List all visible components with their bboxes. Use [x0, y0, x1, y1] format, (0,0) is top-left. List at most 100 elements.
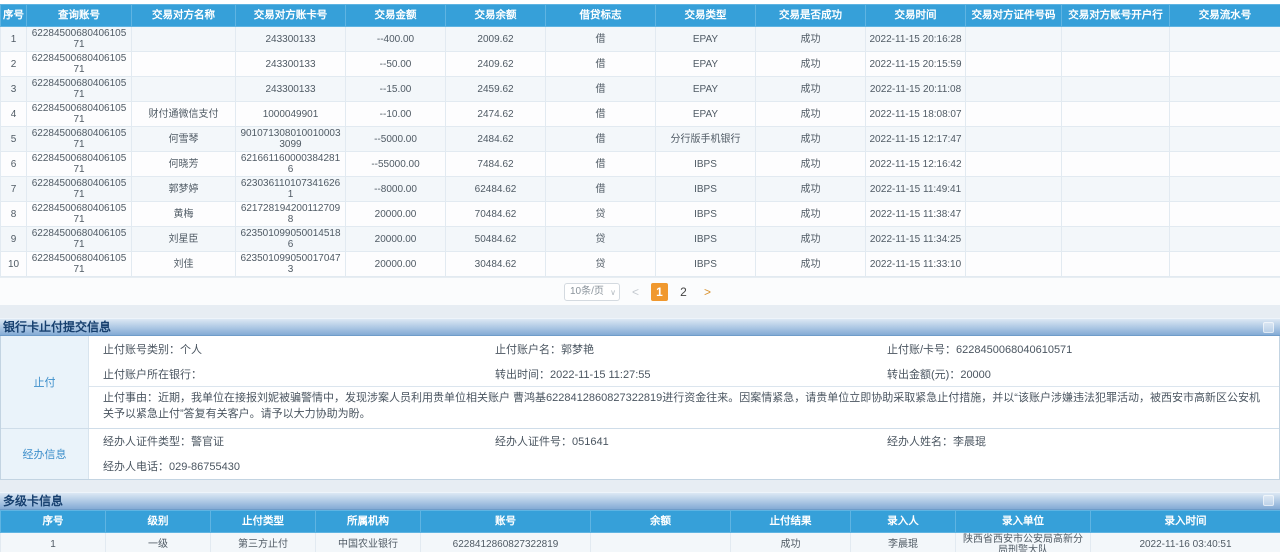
- cell: [966, 52, 1062, 77]
- cell: 6230361101073416261: [236, 177, 346, 202]
- multilevel-table: 序号级别止付类型所属机构账号余额止付结果录入人录入单位录入时间1一级第三方止付中…: [0, 510, 1280, 552]
- cell: 中国农业银行: [316, 532, 421, 552]
- cell: 分行版手机银行: [656, 127, 756, 152]
- handler-group: 经办信息 经办人证件类型：警官证 经办人证件号：051641 经办人姓名：李晨琨…: [1, 428, 1279, 479]
- cell: --8000.00: [346, 177, 446, 202]
- table-row: 16228450068040610571243300133--400.00200…: [1, 27, 1280, 52]
- cell: EPAY: [656, 52, 756, 77]
- column-header: 交易是否成功: [756, 5, 866, 27]
- table-row: 26228450068040610571243300133--50.002409…: [1, 52, 1280, 77]
- table-row: 36228450068040610571243300133--15.002459…: [1, 77, 1280, 102]
- column-header: 交易对方名称: [132, 5, 236, 27]
- page-button-2[interactable]: 2: [675, 283, 692, 301]
- cell: 7: [1, 177, 27, 202]
- column-header: 录入单位: [956, 510, 1091, 532]
- cell: EPAY: [656, 102, 756, 127]
- cell: 2022-11-16 03:40:51: [1091, 532, 1280, 552]
- page-size-select[interactable]: 10条/页 ∨: [564, 283, 620, 301]
- cell: 6228450068040610571: [27, 102, 132, 127]
- column-header: 止付类型: [211, 510, 316, 532]
- handler-phone-field: 经办人电话：029-86755430: [89, 458, 481, 474]
- cell: EPAY: [656, 27, 756, 52]
- cell: 2022-11-15 20:15:59: [866, 52, 966, 77]
- cell: [966, 27, 1062, 52]
- cell: IBPS: [656, 202, 756, 227]
- cell: [1062, 52, 1170, 77]
- cell: [1062, 227, 1170, 252]
- table-row: 106228450068040610571刘佳62350109905001704…: [1, 252, 1280, 277]
- cell: [966, 177, 1062, 202]
- stop-payment-group-content: 止付账号类别：个人 止付账户名：郭梦艳 止付账/卡号：6228450068040…: [89, 336, 1279, 428]
- cell: 2459.62: [446, 77, 546, 102]
- cell: 6235010990500170473: [236, 252, 346, 277]
- collapse-icon[interactable]: [1263, 495, 1274, 506]
- cell: 黄梅: [132, 202, 236, 227]
- cell: 借: [546, 152, 656, 177]
- cell: [132, 27, 236, 52]
- cell: [966, 227, 1062, 252]
- column-header: 级别: [106, 510, 211, 532]
- cell: 2484.62: [446, 127, 546, 152]
- next-page-button[interactable]: >: [699, 283, 716, 301]
- cell: 借: [546, 177, 656, 202]
- cell: 6228450068040610571: [27, 152, 132, 177]
- cell: 借: [546, 102, 656, 127]
- cell: IBPS: [656, 177, 756, 202]
- cell: 2: [1, 52, 27, 77]
- cell: [132, 52, 236, 77]
- cell: 2022-11-15 11:34:25: [866, 227, 966, 252]
- cell: 成功: [756, 202, 866, 227]
- cell: [1170, 152, 1280, 177]
- cell: 2022-11-15 20:11:08: [866, 77, 966, 102]
- handler-id-number-field: 经办人证件号：051641: [481, 433, 873, 449]
- column-header: 借贷标志: [546, 5, 656, 27]
- multilevel-section-header: 多级卡信息: [0, 492, 1280, 510]
- cell: [1062, 202, 1170, 227]
- column-header: 余额: [591, 510, 731, 532]
- header-row: 序号级别止付类型所属机构账号余额止付结果录入人录入单位录入时间: [1, 510, 1280, 532]
- cell: 成功: [756, 52, 866, 77]
- cell: 第三方止付: [211, 532, 316, 552]
- cell: [1062, 252, 1170, 277]
- column-header: 账号: [421, 510, 591, 532]
- cell: [132, 77, 236, 102]
- cell: --15.00: [346, 77, 446, 102]
- field-row: 止付账号类别：个人 止付账户名：郭梦艳 止付账/卡号：6228450068040…: [89, 336, 1279, 361]
- cell: 20000.00: [346, 202, 446, 227]
- page-button-1[interactable]: 1: [651, 283, 668, 301]
- collapse-icon[interactable]: [1263, 322, 1274, 333]
- cell: 成功: [756, 77, 866, 102]
- table-row: 86228450068040610571黄梅621728194200112709…: [1, 202, 1280, 227]
- cell: [966, 202, 1062, 227]
- cell: 借: [546, 27, 656, 52]
- cell: --50.00: [346, 52, 446, 77]
- cell: 李晨琨: [851, 532, 956, 552]
- cell: 70484.62: [446, 202, 546, 227]
- cell: 成功: [756, 127, 866, 152]
- cell: EPAY: [656, 77, 756, 102]
- section-gap: [0, 480, 1280, 492]
- cell: [966, 252, 1062, 277]
- prev-page-button[interactable]: <: [627, 283, 644, 301]
- cell: 20000.00: [346, 227, 446, 252]
- column-header: 止付结果: [731, 510, 851, 532]
- handler-id-type-field: 经办人证件类型：警官证: [89, 433, 481, 449]
- multilevel-panel: 序号级别止付类型所属机构账号余额止付结果录入人录入单位录入时间1一级第三方止付中…: [0, 510, 1280, 552]
- cell: 5: [1, 127, 27, 152]
- cell: [1170, 227, 1280, 252]
- column-header: 序号: [1, 510, 106, 532]
- cell: 9010713080100100033099: [236, 127, 346, 152]
- cell: 6228450068040610571: [27, 202, 132, 227]
- multilevel-section-title: 多级卡信息: [3, 495, 63, 507]
- stop-payment-group: 止付 止付账号类别：个人 止付账户名：郭梦艳 止付账/卡号：6228450068…: [1, 336, 1279, 428]
- cell: 6228450068040610571: [27, 52, 132, 77]
- column-header: 交易余额: [446, 5, 546, 27]
- cell: 一级: [106, 532, 211, 552]
- cell: 1000049901: [236, 102, 346, 127]
- stop-card-number-field: 止付账/卡号：6228450068040610571: [873, 341, 1279, 357]
- cell: 62484.62: [446, 177, 546, 202]
- cell: 2022-11-15 11:33:10: [866, 252, 966, 277]
- cell: [1170, 202, 1280, 227]
- stop-account-bank-field: 止付账户所在银行：: [89, 366, 481, 382]
- column-header: 所属机构: [316, 510, 421, 532]
